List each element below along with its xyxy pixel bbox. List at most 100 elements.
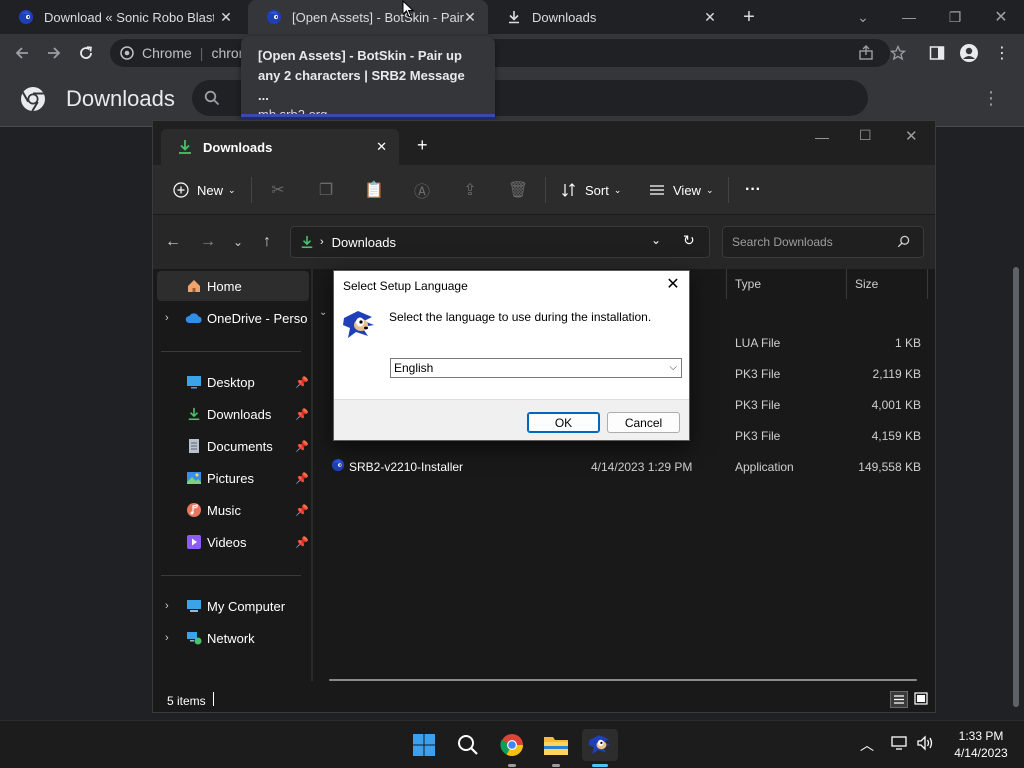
- close-tab-icon[interactable]: ✕: [376, 139, 387, 155]
- pin-icon[interactable]: 📌: [295, 504, 309, 517]
- address-bar[interactable]: Chrome | chrome: [110, 39, 890, 67]
- horizontal-scrollbar[interactable]: [329, 679, 917, 681]
- bookmark-star-icon[interactable]: [886, 41, 910, 65]
- close-tab-icon[interactable]: ✕: [702, 9, 718, 25]
- close-tab-icon[interactable]: ✕: [462, 9, 478, 25]
- volume-icon[interactable]: [916, 735, 934, 756]
- nav-item-desktop[interactable]: Desktop 📌: [153, 367, 311, 397]
- nav-item-home[interactable]: Home: [157, 271, 309, 301]
- explorer-address-bar[interactable]: › Downloads ⌄ ↻: [290, 226, 710, 258]
- onedrive-cloud-icon: [185, 309, 203, 327]
- chevron-right-icon[interactable]: ›: [165, 632, 169, 644]
- language-select[interactable]: English ⌵: [390, 358, 682, 378]
- nav-item-music[interactable]: Music 📌: [153, 495, 311, 525]
- minimize-icon[interactable]: —: [886, 0, 932, 34]
- forward-arrow-icon[interactable]: →: [196, 230, 220, 254]
- pin-icon[interactable]: 📌: [295, 440, 309, 453]
- sort-button[interactable]: Sort ⌄: [561, 177, 621, 203]
- more-options-button[interactable]: ···: [745, 177, 761, 203]
- close-window-icon[interactable]: ✕: [905, 127, 918, 145]
- share-icon[interactable]: ⇪: [458, 178, 482, 202]
- show-hidden-icons-chevron-icon[interactable]: ︿: [860, 735, 874, 755]
- details-view-icon[interactable]: [890, 691, 908, 708]
- delete-icon[interactable]: 🗑: [506, 178, 530, 202]
- clock-time[interactable]: 1:33 PM: [944, 729, 1018, 743]
- cut-icon[interactable]: ✂: [266, 178, 290, 202]
- chevron-right-icon[interactable]: ›: [165, 600, 169, 612]
- pin-icon[interactable]: 📌: [295, 376, 309, 389]
- cancel-button[interactable]: Cancel: [607, 412, 680, 433]
- rename-icon[interactable]: Ⓐ: [410, 178, 434, 202]
- explorer-search-input[interactable]: Search Downloads: [722, 226, 924, 258]
- explorer-new-tab-button[interactable]: +: [417, 135, 428, 156]
- search-icon[interactable]: [452, 729, 484, 761]
- start-windows-icon[interactable]: [408, 729, 440, 761]
- pin-icon[interactable]: 📌: [295, 536, 309, 549]
- tab-search-chevron-icon[interactable]: ⌄: [840, 0, 886, 34]
- breadcrumb-current[interactable]: Downloads: [332, 235, 396, 250]
- home-icon: [185, 277, 203, 295]
- dialog-footer: OK Cancel: [334, 399, 689, 440]
- pin-icon[interactable]: 📌: [295, 472, 309, 485]
- restore-icon[interactable]: ❐: [932, 0, 978, 34]
- page-scrollbar[interactable]: [1008, 127, 1024, 718]
- recent-locations-chevron-icon[interactable]: ⌄: [226, 230, 250, 254]
- close-icon[interactable]: ✕: [663, 276, 683, 296]
- tab-hover-card: [Open Assets] - BotSkin - Pair up any 2 …: [241, 36, 495, 122]
- dialog-titlebar: Select Setup Language ✕: [334, 271, 689, 300]
- address-dropdown-chevron-icon[interactable]: ⌄: [651, 233, 661, 247]
- close-tab-icon[interactable]: ✕: [218, 9, 234, 25]
- menu-kebab-icon[interactable]: ⋮: [990, 41, 1014, 65]
- browser-tab-botskin[interactable]: [Open Assets] - BotSkin - Pair up ✕: [248, 0, 488, 34]
- profile-avatar-icon[interactable]: [957, 41, 981, 65]
- chevron-right-icon[interactable]: ›: [165, 312, 169, 324]
- nav-item-network[interactable]: › Network: [153, 623, 311, 653]
- nav-item-pictures[interactable]: Pictures 📌: [153, 463, 311, 493]
- windows-taskbar: ︿ 1:33 PM 4/14/2023: [0, 720, 1024, 768]
- up-arrow-icon[interactable]: ↑: [255, 230, 279, 254]
- refresh-icon[interactable]: ↻: [683, 232, 695, 249]
- network-icon: [185, 629, 203, 647]
- reload-icon[interactable]: [74, 41, 98, 65]
- file-date: 4/14/2023 1:29 PM: [591, 460, 693, 474]
- new-button[interactable]: New ⌄: [173, 177, 236, 203]
- browser-tab-srb2-download[interactable]: Download « Sonic Robo Blast 2 - ✕: [0, 0, 244, 34]
- pin-icon[interactable]: 📌: [295, 408, 309, 421]
- group-collapse-chevron-icon[interactable]: ⌄: [319, 307, 327, 318]
- column-header-size[interactable]: Size: [846, 269, 928, 299]
- nav-item-my-computer[interactable]: › My Computer: [153, 591, 311, 621]
- explorer-tab-downloads[interactable]: Downloads ✕: [161, 129, 399, 165]
- dialog-title: Select Setup Language: [343, 278, 468, 293]
- column-header-type[interactable]: Type: [726, 269, 846, 299]
- chevron-down-icon: ⌄: [228, 184, 236, 195]
- back-icon[interactable]: [10, 41, 34, 65]
- side-panel-icon[interactable]: [925, 41, 949, 65]
- nav-item-onedrive[interactable]: › OneDrive - Persona: [153, 303, 311, 333]
- nav-item-documents[interactable]: Documents 📌: [153, 431, 311, 461]
- new-tab-button[interactable]: +: [738, 6, 760, 28]
- sonic-setup-taskbar-icon[interactable]: [582, 729, 618, 761]
- network-status-icon[interactable]: [891, 735, 909, 756]
- nav-item-videos[interactable]: Videos 📌: [153, 527, 311, 557]
- minimize-icon[interactable]: —: [815, 129, 829, 145]
- downloads-menu-icon[interactable]: ⋮: [982, 88, 1000, 109]
- paste-icon[interactable]: 📋: [362, 178, 386, 202]
- close-window-icon[interactable]: ✕: [978, 0, 1024, 34]
- scrollbar-thumb[interactable]: [1013, 267, 1019, 707]
- view-button[interactable]: View ⌄: [649, 177, 714, 203]
- ok-button[interactable]: OK: [527, 412, 600, 433]
- chrome-taskbar-icon[interactable]: [496, 729, 528, 761]
- clock-date[interactable]: 4/14/2023: [944, 746, 1018, 760]
- browser-tab-downloads[interactable]: Downloads ✕: [488, 0, 728, 34]
- forward-icon[interactable]: [42, 41, 66, 65]
- back-arrow-icon[interactable]: ←: [161, 230, 185, 254]
- breadcrumb-chevron-icon: ›: [320, 236, 324, 248]
- nav-item-downloads[interactable]: Downloads 📌: [153, 399, 311, 429]
- maximize-icon[interactable]: ☐: [859, 127, 872, 144]
- view-label: View: [673, 182, 701, 198]
- share-icon[interactable]: [854, 41, 878, 65]
- table-row[interactable]: SRB2-v2210-Installer 4/14/2023 1:29 PM A…: [313, 451, 935, 482]
- tiles-view-icon[interactable]: [913, 691, 930, 708]
- file-explorer-taskbar-icon[interactable]: [540, 729, 572, 761]
- copy-icon[interactable]: ❐: [314, 178, 338, 202]
